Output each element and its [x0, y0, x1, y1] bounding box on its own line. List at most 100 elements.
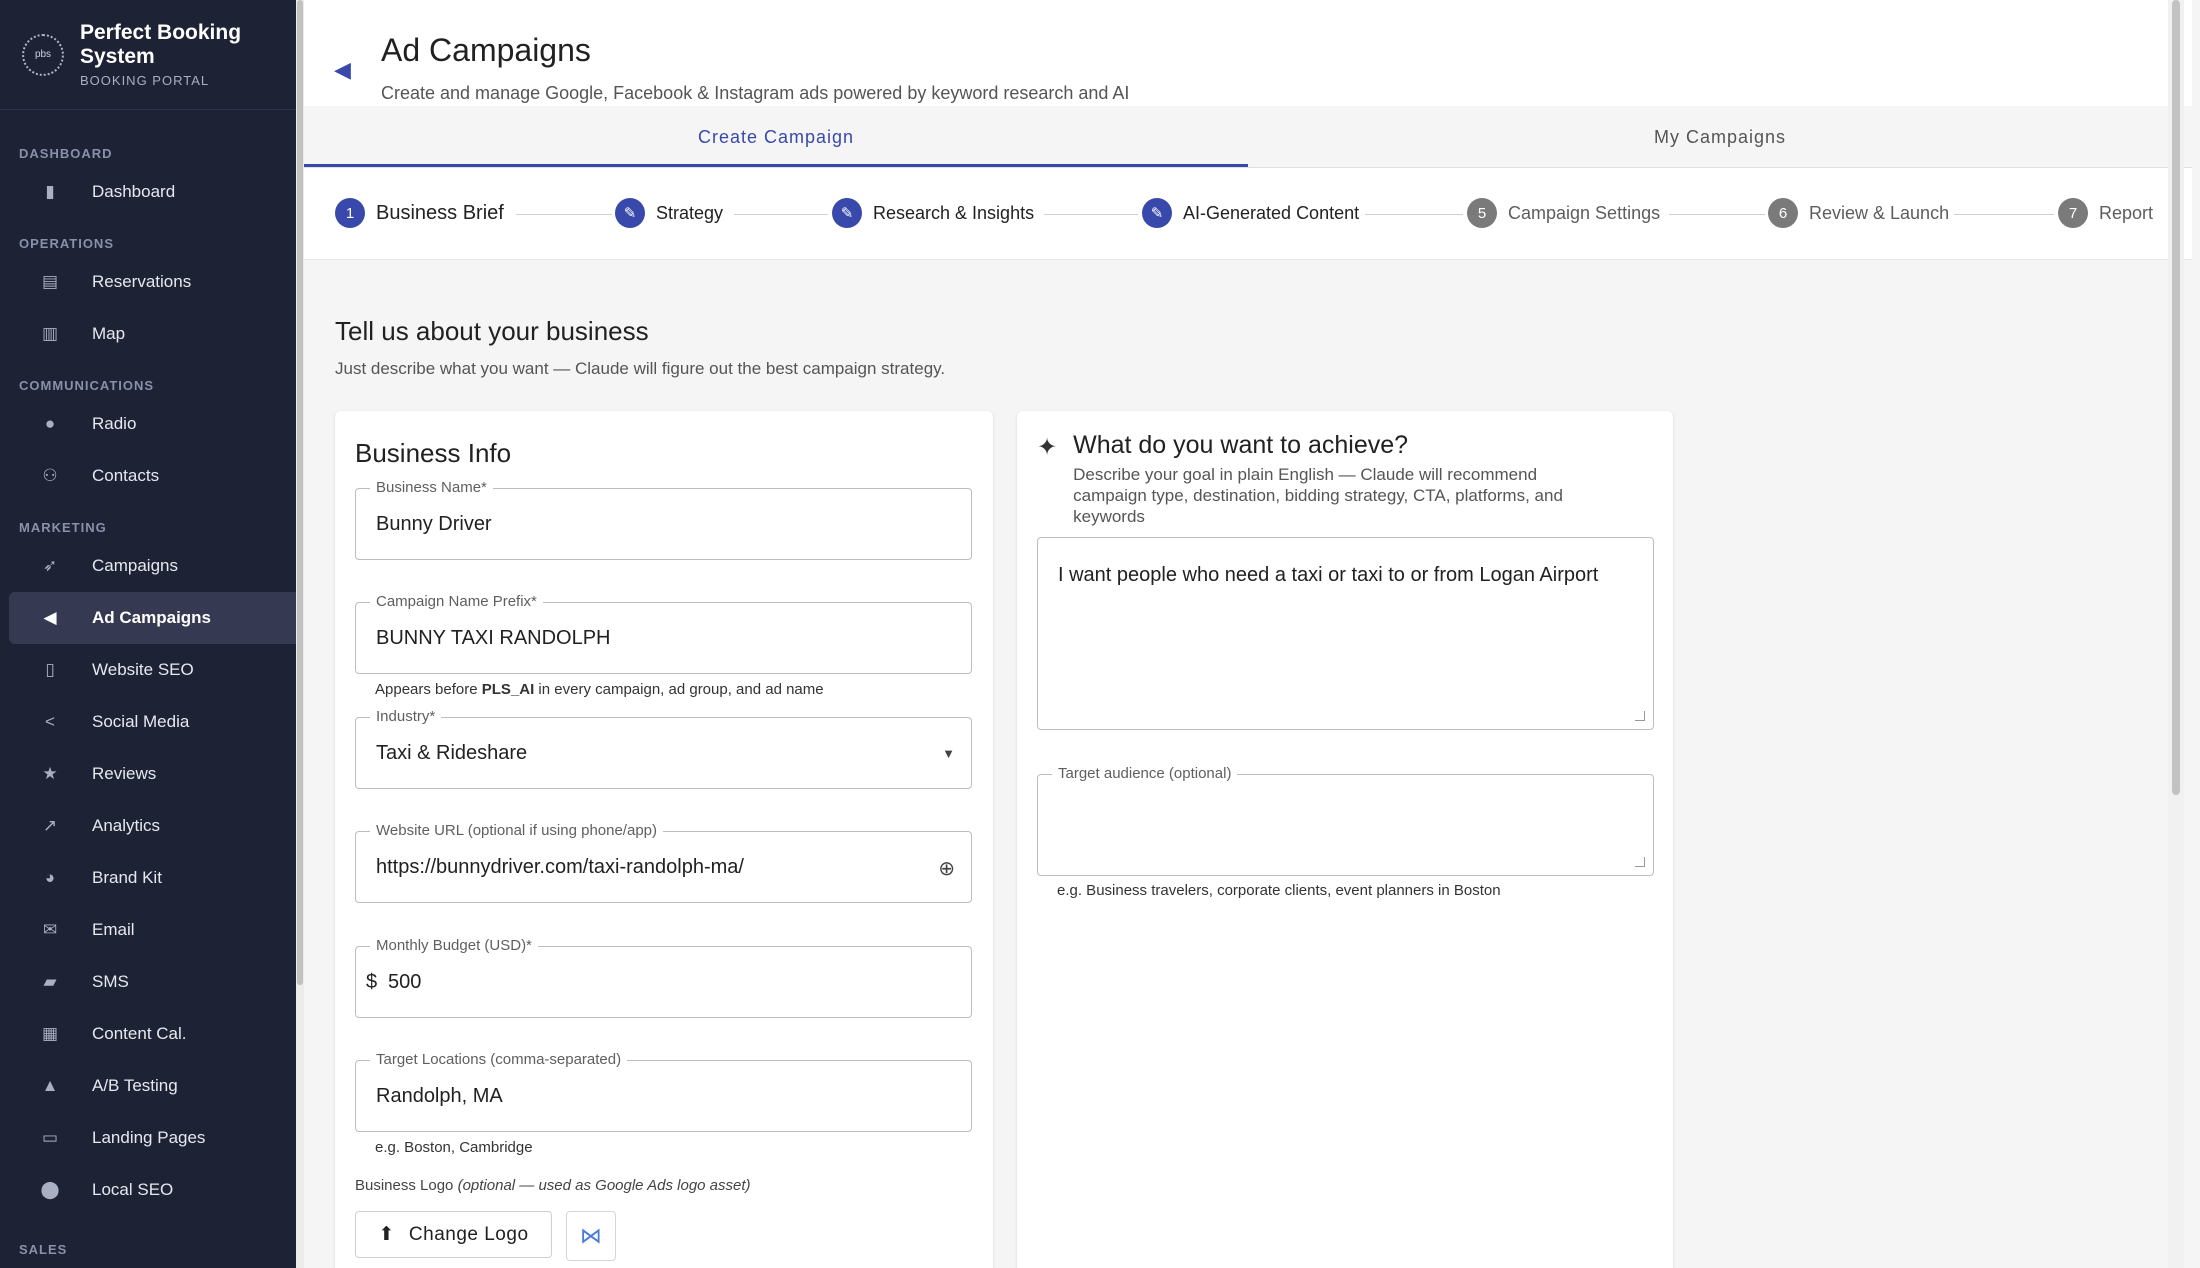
- page-subtitle: Create and manage Google, Facebook & Ins…: [381, 83, 1130, 103]
- sidebar-item-label: Contacts: [92, 466, 160, 485]
- sidebar-item-social-media[interactable]: < Social Media: [9, 696, 296, 748]
- sidebar-item-brand-kit[interactable]: ◕ Brand Kit: [9, 852, 296, 904]
- sidebar-item-analytics[interactable]: ↗ Analytics: [9, 800, 296, 852]
- sidebar-item-email[interactable]: ✉ Email: [9, 904, 296, 956]
- sidebar-item-label: Email: [92, 920, 135, 939]
- target-locations-helper: e.g. Boston, Cambridge: [375, 1139, 533, 1156]
- sidebar-item-label: Campaigns: [92, 556, 178, 575]
- logo-preview: ⋈: [566, 1211, 616, 1261]
- sidebar-item-label: Ad Campaigns: [92, 608, 212, 627]
- change-logo-button[interactable]: ⬆ Change Logo: [355, 1211, 552, 1258]
- flask-icon: ▲: [41, 1076, 59, 1095]
- step-research-insights[interactable]: ✎ Research & Insights: [832, 198, 1034, 228]
- step-campaign-settings[interactable]: 5 Campaign Settings: [1467, 198, 1660, 228]
- sidebar-item-reservations[interactable]: ▤ Reservations: [9, 256, 296, 308]
- step-number: 7: [2058, 198, 2088, 228]
- resize-handle-icon[interactable]: [1635, 711, 1645, 721]
- sparkle-icon: ✦: [1037, 434, 1058, 461]
- sidebar-item-landing-pages[interactable]: ▭ Landing Pages: [9, 1112, 296, 1164]
- step-label: Report: [2099, 202, 2154, 223]
- field-label: Target Locations (comma-separated): [370, 1051, 628, 1068]
- sidebar-scroll-thumb[interactable]: [297, 0, 303, 985]
- section-sales: SALES: [19, 1242, 68, 1257]
- step-connector: [734, 214, 828, 215]
- brand-subtitle: BOOKING PORTAL: [80, 73, 210, 88]
- sidebar-item-label: Reviews: [92, 764, 157, 783]
- step-label: AI-Generated Content: [1183, 202, 1360, 223]
- step-business-brief[interactable]: 1 Business Brief: [335, 198, 504, 228]
- resize-handle-icon[interactable]: [1635, 857, 1645, 867]
- page-title: Ad Campaigns: [381, 32, 591, 68]
- campaign-prefix-field[interactable]: Campaign Name Prefix* BUNNY TAXI RANDOLP…: [355, 593, 972, 674]
- step-ai-generated-content[interactable]: ✎ AI-Generated Content: [1142, 198, 1359, 228]
- step-report[interactable]: 7 Report: [2058, 198, 2153, 228]
- sidebar-item-contacts[interactable]: ⚇ Contacts: [9, 450, 296, 502]
- sidebar-item-label: Website SEO: [92, 660, 194, 679]
- step-label: Business Brief: [376, 201, 504, 224]
- monthly-budget-field[interactable]: Monthly Budget (USD)* $ 500: [355, 937, 972, 1018]
- rocket-icon: ➶: [42, 556, 58, 575]
- sidebar-item-label: Landing Pages: [92, 1128, 206, 1147]
- sidebar-item-campaigns[interactable]: ➶ Campaigns: [9, 540, 296, 592]
- step-label: Research & Insights: [873, 202, 1035, 223]
- field-label: Campaign Name Prefix*: [370, 593, 543, 610]
- sidebar-item-ad-campaigns[interactable]: ◀ Ad Campaigns: [9, 592, 296, 644]
- sidebar-item-website-seo[interactable]: ▯ Website SEO: [9, 644, 296, 696]
- globe-icon: ⊕: [938, 858, 955, 880]
- sidebar-item-label: A/B Testing: [92, 1076, 178, 1095]
- field-value: https://bunnydriver.com/taxi-randolph-ma…: [376, 856, 744, 878]
- sidebar-item-radio[interactable]: ● Radio: [9, 398, 296, 450]
- main-scrollbar[interactable]: [2168, 0, 2184, 1268]
- sms-icon: ▰: [43, 972, 57, 991]
- clipboard-icon: ▤: [41, 272, 59, 291]
- tab-create-campaign[interactable]: Create Campaign: [304, 106, 1248, 167]
- step-number: 1: [335, 198, 365, 228]
- field-value: Bunny Driver: [376, 513, 492, 535]
- sidebar-item-reviews[interactable]: ★ Reviews: [9, 748, 296, 800]
- sidebar-item-local-seo[interactable]: ⬤ Local SEO: [9, 1164, 296, 1216]
- campaign-prefix-helper: Appears before PLS_AI in every campaign,…: [375, 681, 824, 698]
- megaphone-icon: ◀: [334, 57, 351, 82]
- target-locations-field[interactable]: Target Locations (comma-separated) Rando…: [355, 1051, 972, 1132]
- business-logo-label: Business Logo (optional — used as Google…: [355, 1177, 751, 1194]
- goal-textarea[interactable]: I want people who need a taxi or taxi to…: [1037, 537, 1654, 730]
- map-icon: ▥: [41, 324, 59, 343]
- helper-text: Appears before: [375, 681, 482, 698]
- target-audience-textarea[interactable]: Target audience (optional): [1037, 765, 1654, 876]
- industry-select[interactable]: Industry* Taxi & Rideshare ▼: [355, 708, 972, 789]
- sidebar-item-label: Social Media: [92, 712, 190, 731]
- tab-bar: Create Campaign My Campaigns: [304, 106, 2192, 168]
- section-title: Tell us about your business: [335, 316, 649, 346]
- brand[interactable]: pbs Perfect Booking System BOOKING PORTA…: [0, 0, 296, 110]
- step-review-launch[interactable]: 6 Review & Launch: [1768, 198, 1949, 228]
- field-label: Business Name*: [370, 479, 493, 496]
- step-label: Strategy: [656, 202, 724, 223]
- sidebar-item-map[interactable]: ▥ Map: [9, 308, 296, 360]
- share-icon: <: [45, 712, 55, 731]
- sidebar-item-content-cal[interactable]: ▦ Content Cal.: [9, 1008, 296, 1060]
- sidebar-item-sms[interactable]: ▰ SMS: [9, 956, 296, 1008]
- main-scroll-thumb[interactable]: [2172, 0, 2180, 795]
- sidebar-item-dashboard[interactable]: ▮ Dashboard: [9, 166, 296, 218]
- sidebar-item-label: Analytics: [92, 816, 161, 835]
- step-connector: [1044, 214, 1138, 215]
- megaphone-icon: ◀: [43, 608, 57, 627]
- tab-my-campaigns[interactable]: My Campaigns: [1248, 106, 2192, 167]
- step-number: 5: [1467, 198, 1497, 228]
- sidebar-item-label: Local SEO: [92, 1180, 174, 1199]
- bunny-logo-icon: ⋈: [580, 1223, 602, 1248]
- business-info-card: Business Info Business Name* Bunny Drive…: [335, 411, 993, 1268]
- website-url-field[interactable]: Website URL (optional if using phone/app…: [355, 822, 972, 903]
- section-marketing: MARKETING: [19, 520, 107, 535]
- business-name-field[interactable]: Business Name* Bunny Driver: [355, 479, 972, 560]
- stepper: 1 Business Brief ✎ Strategy ✎ Research & In…: [304, 168, 2192, 260]
- section-dashboard: DASHBOARD: [19, 146, 113, 161]
- sidebar-scrollbar[interactable]: [296, 0, 304, 1268]
- sidebar-item-ab-testing[interactable]: ▲ A/B Testing: [9, 1060, 296, 1112]
- pencil-icon: ✎: [1142, 198, 1172, 228]
- calendar-icon: ▦: [41, 1024, 59, 1043]
- caret-down-icon[interactable]: ▼: [942, 746, 955, 761]
- section-communications: COMMUNICATIONS: [19, 378, 155, 393]
- sidebar: pbs Perfect Booking System BOOKING PORTA…: [0, 0, 296, 1268]
- step-strategy[interactable]: ✎ Strategy: [615, 198, 723, 228]
